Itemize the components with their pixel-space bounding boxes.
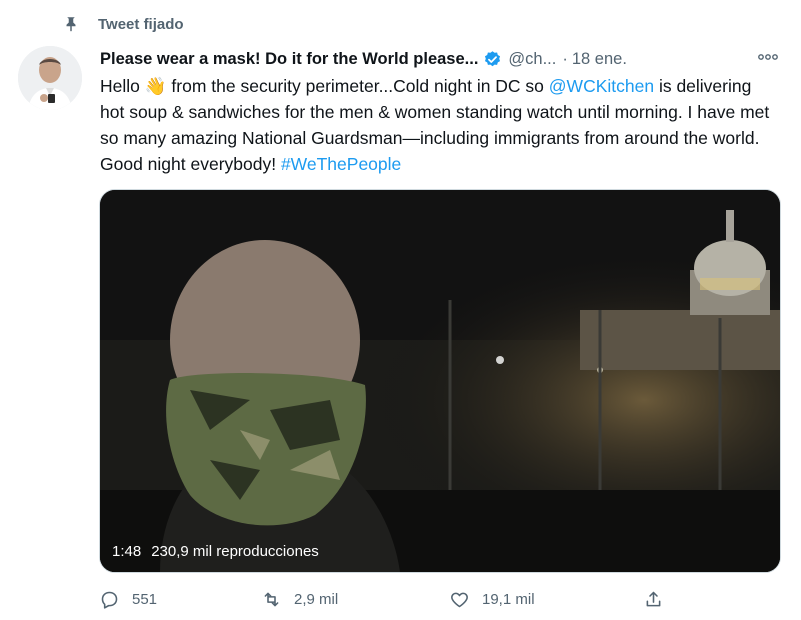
separator-dot: · xyxy=(562,49,568,68)
reply-button[interactable]: 551 xyxy=(99,586,157,612)
display-name[interactable]: Please wear a mask! Do it for the World … xyxy=(100,50,478,69)
retweet-button[interactable]: 2,9 mil xyxy=(261,586,338,612)
share-button[interactable] xyxy=(643,586,676,612)
avatar[interactable] xyxy=(18,46,82,110)
like-button[interactable]: 19,1 mil xyxy=(449,586,535,612)
tweet-text-part: from the security perimeter...Cold night… xyxy=(166,76,549,96)
hashtag-link[interactable]: #WeThePeople xyxy=(281,154,401,174)
reply-count: 551 xyxy=(132,590,158,608)
retweet-icon xyxy=(264,592,279,606)
video-duration: 1:48 xyxy=(112,543,142,560)
reply-icon xyxy=(101,591,118,609)
tweet-text: Hello 👋 from the security perimeter...Co… xyxy=(100,73,770,177)
more-options-icon[interactable] xyxy=(755,49,781,65)
retweet-count: 2,9 mil xyxy=(294,590,339,608)
tweet-header: Please wear a mask! Do it for the World … xyxy=(100,47,781,71)
video-views: 230,9 mil reproducciones xyxy=(151,543,319,560)
verified-badge-icon xyxy=(485,50,501,66)
mention-link[interactable]: @WCKitchen xyxy=(549,76,654,96)
tweet-text-part: Hello xyxy=(100,76,145,96)
pinned-tweet-label: Tweet fijado xyxy=(62,12,184,36)
video-frame xyxy=(100,190,780,572)
video-player[interactable]: 1:48 230,9 mil reproducciones xyxy=(99,189,781,573)
pin-icon xyxy=(66,17,76,32)
video-meta: 1:48 230,9 mil reproducciones xyxy=(112,543,319,560)
user-handle[interactable]: @ch... xyxy=(508,50,556,69)
tweet-actions: 551 2,9 mil 19,1 mil xyxy=(99,586,679,612)
share-icon xyxy=(646,591,661,606)
pinned-text: Tweet fijado xyxy=(98,15,184,33)
tweet-date[interactable]: 18 ene. xyxy=(572,50,627,69)
heart-icon xyxy=(451,592,468,607)
waving-hand-emoji: 👋 xyxy=(144,76,167,96)
like-count: 19,1 mil xyxy=(482,590,535,608)
